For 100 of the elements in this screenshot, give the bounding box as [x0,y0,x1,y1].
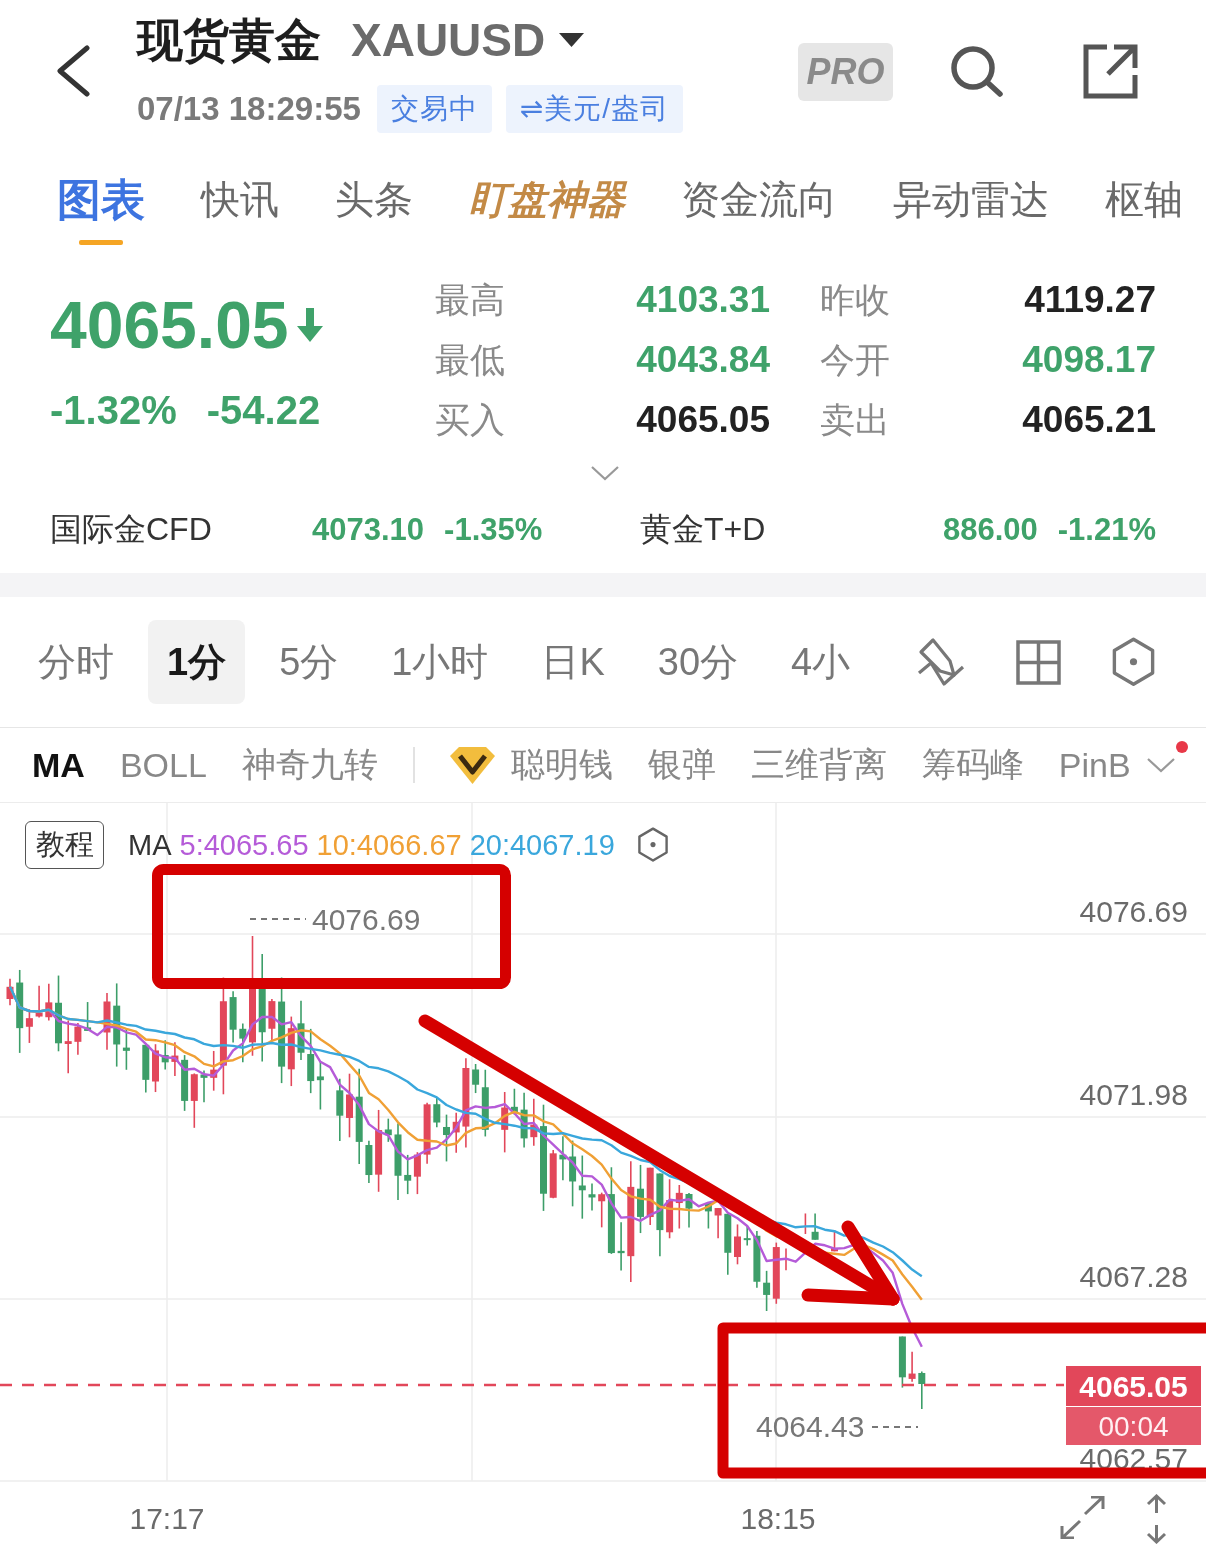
search-button[interactable] [950,45,1003,97]
symbol-dropdown[interactable]: XAUUSD [351,12,585,68]
rising-candle [74,1022,82,1056]
falling-candle [743,1224,751,1247]
last-price: 4065.05 [50,292,289,358]
indicator-tab[interactable]: 筹码峰 [921,742,1024,788]
timestamp: 07/13 18:29:55 [137,90,361,128]
expand-icon [1060,1496,1105,1539]
period-tab[interactable]: 1分 [148,620,246,704]
period-tab[interactable]: 分时 [19,620,133,704]
back-button[interactable] [55,45,91,97]
stat-value: 4119.27 [1024,279,1156,321]
period-tab[interactable]: 1小时 [372,620,508,704]
indicator-tab[interactable]: 银弹 [647,742,716,788]
price-tag: 4065.05 [1066,1366,1201,1406]
falling-candle [142,1042,150,1094]
settings-icon [1111,637,1156,687]
rising-candle [734,1223,741,1266]
grid-icon [1016,639,1061,685]
legend-value: 10:4066.67 [316,828,462,862]
tab[interactable]: 异动雷达 [893,175,1049,247]
indicator-tab[interactable]: 三维背离 [750,742,887,788]
falling-candle [336,1077,344,1142]
chevron-down-icon [590,465,620,481]
falling-candle [763,1270,771,1312]
stat-value: 4098.17 [1022,339,1156,381]
rising-candle [423,1101,431,1165]
indicator-tab[interactable]: BOLL [119,745,207,785]
stat-label: 最低 [435,338,505,381]
diamond-icon [449,746,495,784]
rising-candle [646,1166,654,1226]
tab[interactable]: 快讯 [201,175,279,247]
falling-candle [559,1135,567,1181]
falling-candle [297,999,305,1061]
rising-candle [6,977,14,1007]
rising-candle [35,984,43,1019]
leader-line [249,918,307,920]
indicator-tab[interactable]: 神奇九转 [241,742,378,788]
stat-value: 4065.05 [636,399,770,441]
rising-candle [346,1072,353,1139]
stat-value: 4103.31 [636,279,770,321]
tab[interactable]: 头条 [335,175,413,247]
tab[interactable]: 枢轴 [1105,175,1183,247]
rising-candle [171,1041,179,1077]
indicator-tab[interactable]: MA [32,745,85,785]
rising-candle [452,1111,460,1154]
falling-candle [443,1113,450,1163]
falling-candle [918,1370,926,1410]
share-icon [1083,44,1138,99]
rising-candle [714,1207,722,1239]
leader-line [871,1426,919,1428]
rising-candle [549,1149,557,1199]
settings-button[interactable] [636,827,669,863]
rising-candle [25,1008,33,1044]
pen-icon [916,637,966,687]
y-axis-label: 4067.28 [1079,1260,1188,1293]
tab[interactable]: 资金流向 [681,175,837,247]
rising-candle [772,1241,780,1305]
period-tab[interactable]: 日K [522,620,624,704]
falling-candle [365,1140,373,1184]
indicator-tab[interactable]: 聪明钱 [449,742,613,788]
chevron-left-icon [55,45,91,97]
falling-candle [433,1096,441,1128]
tutorial-button[interactable]: 教程 [25,821,104,869]
expand-button[interactable] [1060,1496,1105,1539]
rising-candle [103,992,111,1051]
falling-candle [724,1213,732,1276]
falling-candle [239,1022,247,1064]
falling-candle [685,1192,693,1229]
period-tab[interactable]: 30分 [638,620,758,704]
share-button[interactable] [1083,44,1138,99]
tab[interactable]: 图表 [57,175,145,247]
rising-candle [287,1015,295,1087]
falling-candle [229,990,237,1044]
rising-candle [598,1191,606,1229]
falling-candle [404,1154,412,1195]
falling-candle [181,1054,189,1112]
rising-candle [152,1043,159,1093]
scale-button[interactable] [1145,1494,1168,1544]
pro-button[interactable]: PRO [798,43,893,101]
falling-candle [753,1230,761,1289]
change-percent: -1.32% [50,387,177,433]
period-tab[interactable]: 4小 [772,620,870,704]
indicator-tab[interactable]: PinB [1058,745,1131,785]
chart-settings-button[interactable] [1111,637,1156,687]
x-axis-label: 17:17 [129,1502,205,1535]
high-price-label: 4076.69 [312,903,421,936]
falling-candle [617,1221,625,1272]
stat-value: 4065.21 [1022,399,1156,441]
period-tab[interactable]: 5分 [260,620,358,704]
falling-candle [384,1117,392,1143]
related-price: 4073.10 [312,512,425,548]
layout-button[interactable] [1016,639,1061,685]
related-change: -1.21% [1057,512,1156,548]
x-axis-label: 18:15 [740,1502,816,1535]
y-axis-label: 4076.69 [1079,895,1188,928]
caret-down-icon [559,33,585,47]
expand-stats-button[interactable] [590,465,620,481]
rising-candle [64,1019,72,1074]
drawing-tool-button[interactable] [916,637,966,687]
